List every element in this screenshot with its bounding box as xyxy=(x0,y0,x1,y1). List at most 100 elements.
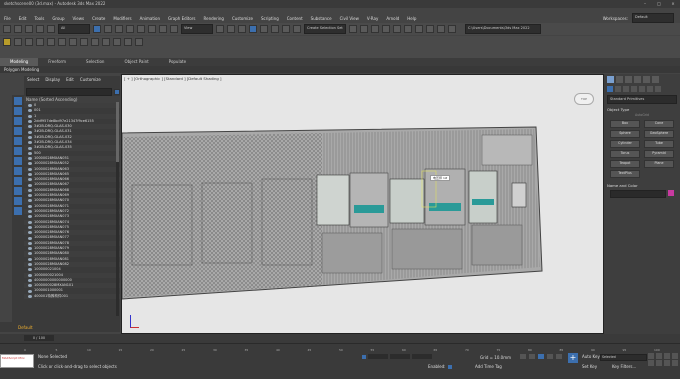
visibility-icon[interactable] xyxy=(28,225,32,229)
motion-tab-icon[interactable] xyxy=(634,75,641,83)
display-helpers-icon[interactable] xyxy=(14,147,22,155)
visibility-icon[interactable] xyxy=(28,104,32,108)
shapes-category-icon[interactable] xyxy=(615,86,621,92)
enabled-checkbox[interactable] xyxy=(447,364,452,369)
menu-vray[interactable]: V-Ray xyxy=(363,16,382,21)
visibility-icon[interactable] xyxy=(28,215,32,219)
visibility-icon[interactable] xyxy=(28,236,32,240)
display-space-warps-icon[interactable] xyxy=(14,157,22,165)
reference-coordinate-dropdown[interactable]: View xyxy=(181,24,213,34)
previous-frame-icon[interactable] xyxy=(529,354,535,359)
vray-render-icon[interactable] xyxy=(3,38,11,46)
visibility-icon[interactable] xyxy=(28,263,32,267)
rotate-icon[interactable] xyxy=(148,25,156,33)
explorer-scroll-thumb[interactable] xyxy=(116,102,119,162)
set-key-icon[interactable]: + xyxy=(568,353,578,363)
schematic-view-icon[interactable] xyxy=(404,25,412,33)
field-of-view-icon[interactable] xyxy=(648,360,654,366)
vray-scene-converter-icon[interactable] xyxy=(124,38,132,46)
textplus-button[interactable]: TextPlus xyxy=(610,170,640,178)
maxscript-mini-listener[interactable]: MAXScript Mini xyxy=(0,354,34,368)
select-and-manipulate-icon[interactable] xyxy=(227,25,235,33)
tube-button[interactable]: Tube xyxy=(644,140,674,148)
explorer-menu-select[interactable]: Select xyxy=(27,78,39,85)
modify-tab-icon[interactable] xyxy=(616,75,623,83)
x-coordinate-field[interactable] xyxy=(368,354,388,359)
visibility-icon[interactable] xyxy=(28,135,32,139)
undo-icon[interactable] xyxy=(3,25,11,33)
plane-button[interactable]: Plane xyxy=(644,160,674,168)
selection-filter-dropdown[interactable]: All xyxy=(58,24,90,34)
z-coordinate-field[interactable] xyxy=(412,354,432,359)
list-item[interactable]: 400001特殊构件001 xyxy=(24,293,120,299)
tab-selection[interactable]: Selection xyxy=(76,58,114,66)
menu-arnold[interactable]: Arnold xyxy=(382,16,403,21)
visibility-icon[interactable] xyxy=(28,173,32,176)
toggle-scene-explorer-icon[interactable] xyxy=(382,25,390,33)
tab-modeling[interactable]: Modeling xyxy=(0,58,39,66)
menu-substance[interactable]: Substance xyxy=(307,16,336,21)
y-coordinate-field[interactable] xyxy=(390,354,410,359)
rectangular-selection-icon[interactable] xyxy=(115,25,123,33)
time-slider-thumb[interactable]: 0 / 100 xyxy=(24,335,54,341)
name-and-color-rollout-title[interactable]: Name and Color xyxy=(607,183,677,188)
visibility-icon[interactable] xyxy=(28,167,32,171)
helpers-category-icon[interactable] xyxy=(639,86,645,92)
display-groups-icon[interactable] xyxy=(14,167,22,175)
vray-material-icon[interactable] xyxy=(135,38,143,46)
menu-graph-editors[interactable]: Graph Editors xyxy=(164,16,199,21)
zoom-all-icon[interactable] xyxy=(656,353,662,359)
utilities-tab-icon[interactable] xyxy=(652,75,659,83)
material-editor-icon[interactable] xyxy=(415,25,423,33)
keyboard-shortcut-override-icon[interactable] xyxy=(238,25,246,33)
visibility-icon[interactable] xyxy=(28,162,32,166)
explorer-menu-display[interactable]: Display xyxy=(45,78,60,85)
visibility-icon[interactable] xyxy=(28,220,32,224)
cylinder-button[interactable]: Cylinder xyxy=(610,140,640,148)
select-by-name-icon[interactable] xyxy=(104,25,112,33)
visibility-icon[interactable] xyxy=(28,141,32,145)
menu-views[interactable]: Views xyxy=(69,16,89,21)
geometry-category-icon[interactable] xyxy=(607,86,613,92)
named-selection-set-dropdown[interactable]: Create Selection Set xyxy=(304,24,346,34)
display-xrefs-icon[interactable] xyxy=(14,177,22,185)
visibility-icon[interactable] xyxy=(28,109,32,113)
space-warps-category-icon[interactable] xyxy=(647,86,653,92)
visibility-icon[interactable] xyxy=(28,294,32,298)
display-tab-icon[interactable] xyxy=(643,75,650,83)
menu-edit[interactable]: Edit xyxy=(15,16,31,21)
visibility-icon[interactable] xyxy=(28,183,32,187)
menu-content[interactable]: Content xyxy=(283,16,307,21)
set-key-button[interactable]: Set Key xyxy=(582,364,597,369)
visibility-icon[interactable] xyxy=(28,114,32,118)
mirror-icon[interactable] xyxy=(349,25,357,33)
visibility-icon[interactable] xyxy=(28,289,32,293)
maximize-button[interactable]: □ xyxy=(652,0,666,8)
display-lights-icon[interactable] xyxy=(14,127,22,135)
add-time-tag-button[interactable]: Add Time Tag xyxy=(475,364,502,369)
redo-icon[interactable] xyxy=(14,25,22,33)
vray-dome-light-icon[interactable] xyxy=(36,38,44,46)
render-production-icon[interactable] xyxy=(448,25,456,33)
viewport-top[interactable]: [ + ] [Orthographic ] [Standard ] [Defau… xyxy=(121,74,604,334)
object-color-swatch[interactable] xyxy=(668,190,674,196)
primitive-type-dropdown[interactable]: Standard Primitives xyxy=(607,95,677,104)
visibility-icon[interactable] xyxy=(28,157,32,161)
key-filters-button[interactable]: Key Filters... xyxy=(612,364,636,369)
orbit-icon[interactable] xyxy=(664,360,670,366)
pyramid-button[interactable]: Pyramid xyxy=(644,150,674,158)
play-icon[interactable] xyxy=(538,354,544,359)
object-name-input[interactable] xyxy=(610,190,666,198)
visibility-icon[interactable] xyxy=(28,130,32,134)
unlink-icon[interactable] xyxy=(36,25,44,33)
vray-plane-icon[interactable] xyxy=(91,38,99,46)
layer-explorer-icon[interactable] xyxy=(371,25,379,33)
visibility-icon[interactable] xyxy=(28,278,32,282)
box-button[interactable]: Box xyxy=(610,120,640,128)
object-type-rollout-title[interactable]: Object Type xyxy=(607,107,677,112)
zoom-icon[interactable] xyxy=(648,353,654,359)
window-crossing-icon[interactable] xyxy=(126,25,134,33)
snaps-toggle-icon[interactable] xyxy=(249,25,257,33)
vray-sun-icon[interactable] xyxy=(47,38,55,46)
angle-snap-icon[interactable] xyxy=(260,25,268,33)
